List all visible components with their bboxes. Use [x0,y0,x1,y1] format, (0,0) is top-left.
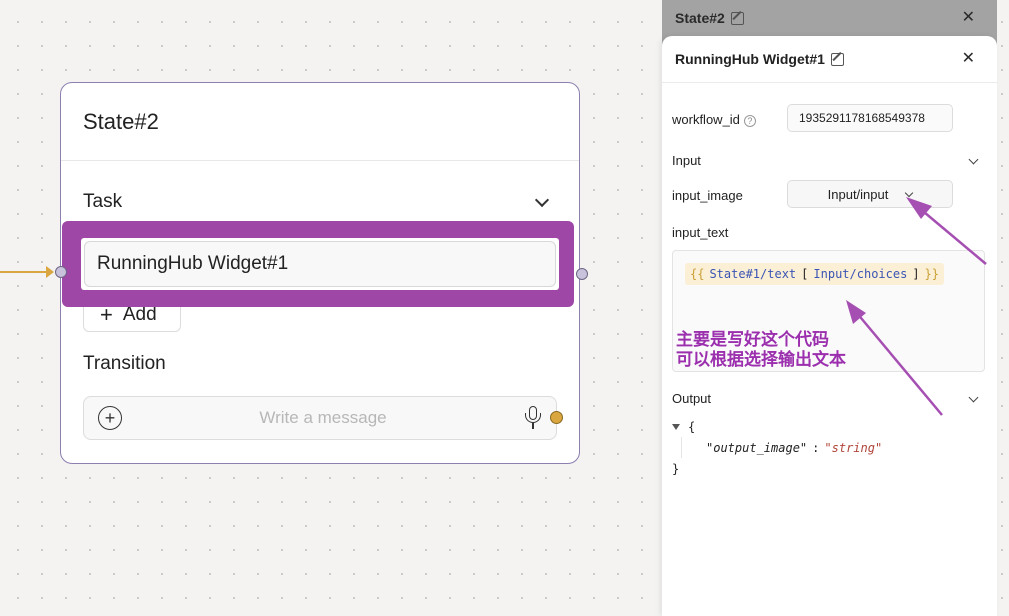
state-panel-title-text: State#2 [675,10,725,26]
chevron-down-icon[interactable] [968,392,979,402]
code-ref-state: State#1/text [709,267,797,281]
task-section[interactable]: Task [83,191,550,213]
json-entry: "output_image" : "string" [681,437,882,458]
workflow-id-label: workflow_id? [672,112,756,127]
template-variable-chip[interactable]: {{ State#1/text [ Input/choices ] }} [685,263,944,285]
add-circle-icon[interactable]: + [98,406,122,430]
workflow-id-label-text: workflow_id [672,112,740,127]
annotation-line-1: 主要是写好这个代码 [676,330,829,350]
widget-panel-header: RunningHub Widget#1 ✕ [662,36,997,83]
edit-icon[interactable] [730,11,744,25]
help-icon[interactable]: ? [743,114,756,127]
input-section-header[interactable]: Input [672,153,979,168]
widget-panel-title: RunningHub Widget#1 [675,51,844,67]
state-panel-title: State#2 [675,10,744,26]
edge-arrow-icon [46,266,54,278]
widget-panel-title-text: RunningHub Widget#1 [675,51,825,67]
edit-icon[interactable] [830,52,844,66]
chevron-down-icon [905,188,914,197]
transition-label: Transition [83,353,166,374]
microphone-icon[interactable] [524,406,542,430]
input-image-label: input_image [672,188,743,203]
json-open-brace: { [688,419,696,434]
close-icon[interactable]: ✕ [962,51,975,67]
annotation-text: 主要是写好这个代码 可以根据选择输出文本 [676,330,846,370]
json-open-line[interactable]: { [672,416,882,437]
task-widget-item[interactable]: RunningHub Widget#1 [81,238,559,290]
add-button-label: Add [122,304,157,325]
message-input[interactable]: + Write a message [83,396,557,440]
transition-handle[interactable] [550,411,563,424]
chevron-down-icon[interactable] [534,192,550,208]
incoming-edge [0,271,52,273]
task-widget-label: RunningHub Widget#1 [84,241,556,287]
json-value: "string" [824,440,883,455]
json-close-brace: } [672,461,680,476]
code-ref-choices: Input/choices [813,267,908,281]
state-panel-header: State#2 ✕ [662,0,997,36]
node-header: State#2 [61,83,579,161]
code-close-brace: }} [924,267,939,281]
node-input-handle[interactable] [55,266,67,278]
close-icon[interactable]: ✕ [962,10,975,26]
collapse-triangle-icon[interactable] [672,423,680,430]
widget-panel: RunningHub Widget#1 ✕ workflow_id? 19352… [662,36,997,616]
node-title: State#2 [83,108,159,134]
code-right-bracket: ] [912,267,920,281]
json-close-line: } [672,458,882,479]
input-image-value: Input/input [827,186,889,202]
node-output-handle[interactable] [576,268,588,280]
widget-highlight-frame: RunningHub Widget#1 [62,221,574,307]
json-key: "output_image" [706,440,808,455]
input-image-select[interactable]: Input/input [787,180,953,208]
task-label: Task [83,191,123,212]
input-text-label: input_text [672,225,729,240]
plus-icon: + [100,302,113,327]
chevron-down-icon[interactable] [968,154,979,164]
json-separator: : [812,440,820,455]
input-section-label: Input [672,153,701,168]
annotation-line-2: 可以根据选择输出文本 [676,350,846,370]
workflow-id-input[interactable]: 1935291178168549378 [787,104,953,132]
output-json-viewer: { "output_image" : "string" } [672,416,882,479]
message-placeholder: Write a message [259,408,387,427]
code-open-brace: {{ [690,267,705,281]
output-section-header[interactable]: Output [672,391,979,406]
code-left-bracket: [ [801,267,809,281]
output-section-label: Output [672,391,712,406]
